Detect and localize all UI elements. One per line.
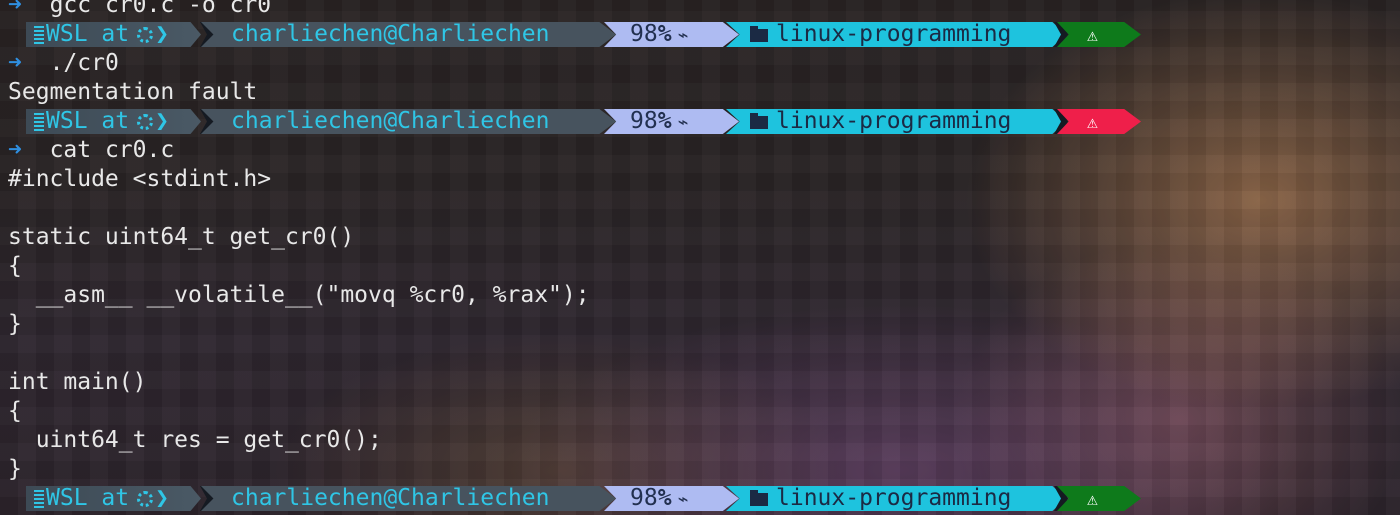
output-text: }	[8, 311, 22, 337]
battery-segment: 98% ⌁	[604, 22, 739, 47]
folder-icon	[750, 26, 768, 42]
path-label: linux-programming	[776, 485, 1012, 511]
prompt-arrow-icon: ➜	[8, 50, 22, 76]
user-host-segment: charliechen@Charliechen	[201, 109, 616, 134]
plug-icon: ⌁	[677, 489, 689, 510]
output-line: #include <stdint.h>	[8, 165, 1400, 194]
command-text: gcc cr0.c -o cr0	[49, 0, 272, 18]
battery-value: 98	[630, 485, 658, 511]
battery-percent-sign: %	[657, 21, 672, 47]
chevron-right-icon: ❯	[155, 108, 169, 134]
os-label: WSL at	[46, 21, 130, 47]
path-segment: linux-programming	[726, 109, 1066, 134]
user-host-label: charliechen@Charliechen	[231, 21, 550, 47]
command-line: ➜ gcc cr0.c -o cr0	[8, 0, 1400, 20]
output-text: uint64_t res = get_cr0();	[8, 427, 382, 453]
command-text: ./cr0	[49, 50, 119, 76]
output-text: __asm__ __volatile__("movq %cr0, %rax");	[8, 282, 590, 308]
plug-icon: ⌁	[677, 25, 689, 46]
os-segment: WSL at ❯	[26, 486, 201, 511]
output-line: {	[8, 397, 1400, 426]
warning-icon: ⚠	[1087, 489, 1098, 510]
path-segment: linux-programming	[726, 22, 1066, 47]
plug-icon: ⌁	[677, 112, 689, 133]
output-line: static uint64_t get_cr0()	[8, 223, 1400, 252]
ok-status-segment: ⚠	[1057, 22, 1141, 47]
output-line: }	[8, 310, 1400, 339]
path-label: linux-programming	[776, 108, 1012, 134]
output-text: #include <stdint.h>	[8, 166, 272, 192]
chevron-right-icon: ❯	[155, 21, 169, 47]
output-text: }	[8, 456, 22, 482]
battery-segment: 98% ⌁	[604, 486, 739, 511]
battery-value: 98	[630, 108, 658, 134]
ok-status-segment: ⚠	[1057, 486, 1141, 511]
windows-logo-icon	[34, 113, 44, 131]
user-host-label: charliechen@Charliechen	[231, 485, 550, 511]
output-line: __asm__ __volatile__("movq %cr0, %rax");	[8, 281, 1400, 310]
battery-percent-sign: %	[657, 108, 672, 134]
os-segment: WSL at ❯	[26, 22, 201, 47]
battery-value: 98	[630, 21, 658, 47]
error-status-segment: ⚠	[1057, 109, 1141, 134]
output-text: Segmentation fault	[8, 79, 258, 105]
os-label: WSL at	[46, 485, 130, 511]
output-line: int main()	[8, 368, 1400, 397]
terminal-output[interactable]: ➜ gcc cr0.c -o cr0 WSL at ❯ charliechen@Cha…	[8, 0, 1400, 513]
output-text: {	[8, 398, 22, 424]
linux-ring-icon	[137, 27, 154, 43]
prompt-line: WSL at ❯ charliechen@Charliechen 98% ⌁ linux-…	[8, 20, 1400, 49]
output-text: static uint64_t get_cr0()	[8, 224, 355, 250]
battery-segment: 98% ⌁	[604, 109, 739, 134]
warning-icon: ⚠	[1087, 112, 1098, 133]
path-label: linux-programming	[776, 21, 1012, 47]
user-host-label: charliechen@Charliechen	[231, 108, 550, 134]
command-line: ➜ ./cr0	[8, 49, 1400, 78]
os-segment: WSL at ❯	[26, 109, 201, 134]
linux-ring-icon	[137, 114, 154, 130]
folder-icon	[750, 113, 768, 129]
command-text: cat cr0.c	[49, 137, 175, 163]
battery-percent-sign: %	[657, 485, 672, 511]
output-line: }	[8, 455, 1400, 484]
path-segment: linux-programming	[726, 486, 1066, 511]
linux-ring-icon	[137, 491, 154, 507]
user-host-segment: charliechen@Charliechen	[201, 486, 616, 511]
folder-icon	[750, 490, 768, 506]
output-line: Segmentation fault	[8, 78, 1400, 107]
output-line: {	[8, 252, 1400, 281]
chevron-right-icon: ❯	[155, 485, 169, 511]
windows-logo-icon	[34, 26, 44, 44]
output-text: {	[8, 253, 22, 279]
output-text: int main()	[8, 369, 147, 395]
os-label: WSL at	[46, 108, 130, 134]
command-line: ➜ cat cr0.c	[8, 136, 1400, 165]
warning-icon: ⚠	[1087, 25, 1098, 46]
prompt-arrow-icon: ➜	[8, 137, 22, 163]
windows-logo-icon	[34, 490, 44, 508]
output-line: uint64_t res = get_cr0();	[8, 426, 1400, 455]
prompt-line: WSL at ❯ charliechen@Charliechen 98% ⌁ linux-…	[8, 484, 1400, 513]
user-host-segment: charliechen@Charliechen	[201, 22, 616, 47]
prompt-arrow-icon: ➜	[8, 0, 22, 18]
prompt-line: WSL at ❯ charliechen@Charliechen 98% ⌁ linux-…	[8, 107, 1400, 136]
